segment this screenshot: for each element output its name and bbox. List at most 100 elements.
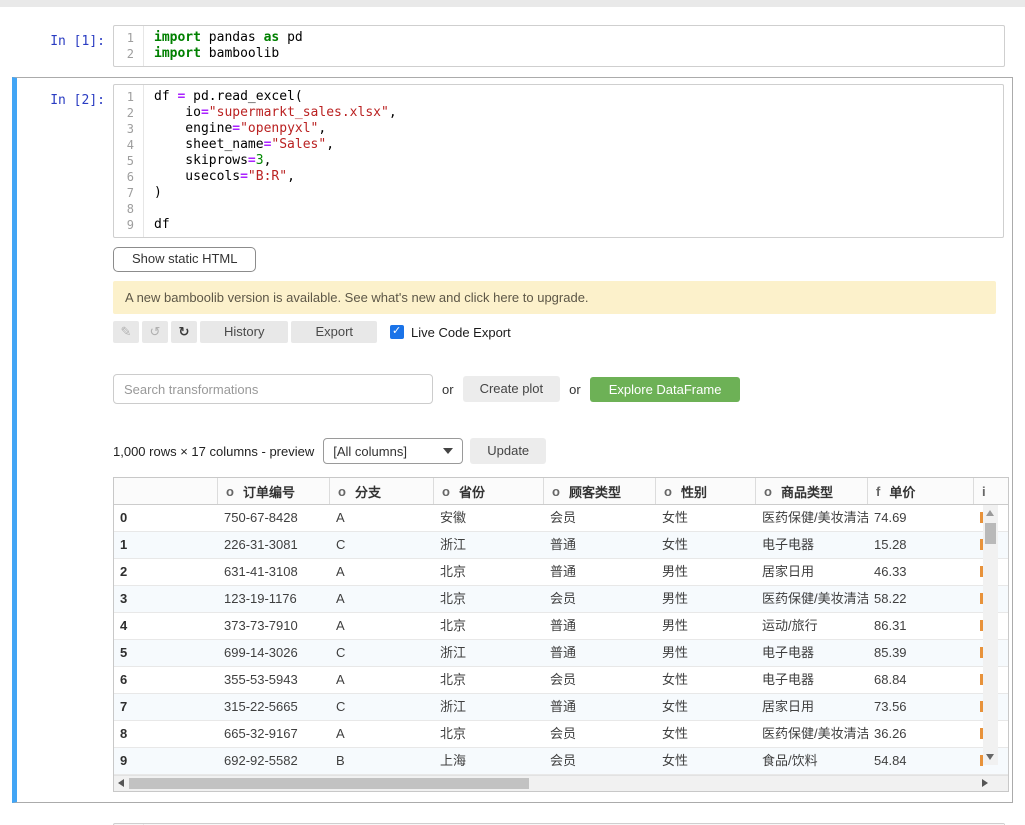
table-row[interactable]: 9692-92-5582B上海会员女性食品/饮料54.84 — [114, 748, 1008, 775]
table-cell: 54.84 — [868, 748, 974, 774]
columns-dropdown[interactable]: [All columns] — [323, 438, 463, 464]
table-row[interactable]: 4373-73-7910A北京普通男性运动/旅行86.31 — [114, 613, 1008, 640]
column-label: 商品类型 — [781, 482, 833, 501]
column-label: 单价 — [889, 482, 915, 501]
table-column-header[interactable]: o 商品类型 — [756, 478, 868, 504]
table-column-header[interactable] — [114, 478, 218, 504]
table-cell: C — [330, 640, 434, 666]
table-column-header[interactable]: i — [974, 478, 1008, 504]
table-cell: 男性 — [656, 640, 756, 666]
table-cell: 699-14-3026 — [218, 640, 330, 666]
chevron-down-icon — [443, 448, 453, 454]
row-index: 8 — [114, 721, 218, 747]
table-row[interactable]: 0750-67-8428A安徽会员女性医药保健/美妆清洁74.69 — [114, 505, 1008, 532]
row-index: 4 — [114, 613, 218, 639]
table-cell: 750-67-8428 — [218, 505, 330, 531]
table-cell: 安徽 — [434, 505, 544, 531]
dtype-label: o — [338, 484, 346, 499]
table-column-header[interactable]: o 性别 — [656, 478, 756, 504]
dtype-label: o — [664, 484, 672, 499]
update-button[interactable]: Update — [470, 438, 546, 464]
table-row[interactable]: 1226-31-3081C浙江普通女性电子电器15.28 — [114, 532, 1008, 559]
create-plot-button[interactable]: Create plot — [463, 376, 561, 402]
table-cell: 普通 — [544, 694, 656, 720]
column-label: 性别 — [681, 482, 707, 501]
table-column-header[interactable]: o订单编号 — [218, 478, 330, 504]
redo-icon: ↻ — [179, 324, 190, 340]
table-column-header[interactable]: o省份 — [434, 478, 544, 504]
table-cell: 会员 — [544, 721, 656, 747]
edit-button[interactable]: ✎ — [113, 321, 139, 343]
horizontal-scrollbar[interactable] — [114, 775, 1008, 791]
cell-prompt: In [2]: — [17, 84, 113, 238]
table-cell: A — [330, 613, 434, 639]
scroll-down-icon[interactable] — [986, 754, 994, 760]
code-lines[interactable]: import pandas as pdimport bamboolib — [144, 26, 1004, 66]
search-transformations-input[interactable] — [113, 374, 433, 404]
horizontal-scrollbar-thumb[interactable] — [129, 778, 529, 789]
table-column-header[interactable]: o 分支 — [330, 478, 434, 504]
table-cell: 电子电器 — [756, 667, 868, 693]
browser-top-strip — [0, 0, 1025, 7]
table-row[interactable]: 7315-22-5665C浙江普通女性居家日用73.56 — [114, 694, 1008, 721]
table-cell: 上海 — [434, 748, 544, 774]
table-row[interactable]: 8665-32-9167A北京会员女性医药保健/美妆清洁36.26 — [114, 721, 1008, 748]
table-cell: 北京 — [434, 613, 544, 639]
table-row[interactable]: 3123-19-1176A北京会员男性医药保健/美妆清洁58.22 — [114, 586, 1008, 613]
live-code-export-label: Live Code Export — [411, 325, 511, 340]
scroll-left-icon[interactable] — [118, 779, 124, 787]
code-editor[interactable]: 12 import pandas as pdimport bamboolib — [113, 25, 1005, 67]
dtype-label: o — [764, 484, 772, 499]
table-cell: 男性 — [656, 586, 756, 612]
table-cell: 会员 — [544, 586, 656, 612]
row-index: 0 — [114, 505, 218, 531]
table-cell: A — [330, 721, 434, 747]
table-cell: B — [330, 748, 434, 774]
table-cell: 浙江 — [434, 640, 544, 666]
table-cell: 373-73-7910 — [218, 613, 330, 639]
live-code-export-checkbox[interactable] — [390, 325, 404, 339]
code-cell-2-selected[interactable]: In [2]: 123456789 df = pd.read_excel( io… — [12, 77, 1013, 803]
table-cell: 女性 — [656, 667, 756, 693]
redo-button[interactable]: ↻ — [171, 321, 197, 343]
table-cell: 315-22-5665 — [218, 694, 330, 720]
row-index: 5 — [114, 640, 218, 666]
table-row[interactable]: 5699-14-3026C浙江普通男性电子电器85.39 — [114, 640, 1008, 667]
table-cell: 女性 — [656, 505, 756, 531]
table-cell: 226-31-3081 — [218, 532, 330, 558]
table-cell: 普通 — [544, 613, 656, 639]
vertical-scrollbar[interactable] — [983, 505, 998, 765]
explore-dataframe-button[interactable]: Explore DataFrame — [590, 377, 741, 402]
table-cell: 居家日用 — [756, 694, 868, 720]
table-cell: 会员 — [544, 505, 656, 531]
code-editor[interactable]: 123456789 df = pd.read_excel( io="superm… — [113, 84, 1004, 238]
vertical-scrollbar-thumb[interactable] — [985, 523, 996, 544]
table-row[interactable]: 6355-53-5943A北京会员女性电子电器68.84 — [114, 667, 1008, 694]
preview-summary: 1,000 rows × 17 columns - preview — [113, 444, 314, 459]
undo-button[interactable]: ↺ — [142, 321, 168, 343]
table-row[interactable]: 2631-41-3108A北京普通男性居家日用46.33 — [114, 559, 1008, 586]
export-button[interactable]: Export — [291, 321, 377, 343]
code-lines[interactable]: df = pd.read_excel( io="supermarkt_sales… — [144, 85, 1003, 237]
table-column-header[interactable]: o顾客类型 — [544, 478, 656, 504]
column-label: 分支 — [355, 482, 381, 501]
table-cell: 医药保健/美妆清洁 — [756, 586, 868, 612]
table-body: 0750-67-8428A安徽会员女性医药保健/美妆清洁74.691226-31… — [114, 505, 1008, 775]
row-index: 3 — [114, 586, 218, 612]
table-cell: 医药保健/美妆清洁 — [756, 721, 868, 747]
scroll-up-icon[interactable] — [986, 510, 994, 516]
table-cell: 会员 — [544, 748, 656, 774]
scroll-right-icon[interactable] — [982, 779, 988, 787]
table-column-header[interactable]: f单价 — [868, 478, 974, 504]
table-cell: C — [330, 532, 434, 558]
show-static-html-button[interactable]: Show static HTML — [113, 247, 256, 272]
column-label: 订单编号 — [243, 482, 295, 501]
table-cell: 浙江 — [434, 532, 544, 558]
table-cell: 631-41-3108 — [218, 559, 330, 585]
update-banner[interactable]: A new bamboolib version is available. Se… — [113, 281, 996, 314]
table-cell: 普通 — [544, 559, 656, 585]
history-button[interactable]: History — [200, 321, 288, 343]
table-cell: 74.69 — [868, 505, 974, 531]
table-cell: 女性 — [656, 748, 756, 774]
column-label: 顾客类型 — [569, 482, 621, 501]
